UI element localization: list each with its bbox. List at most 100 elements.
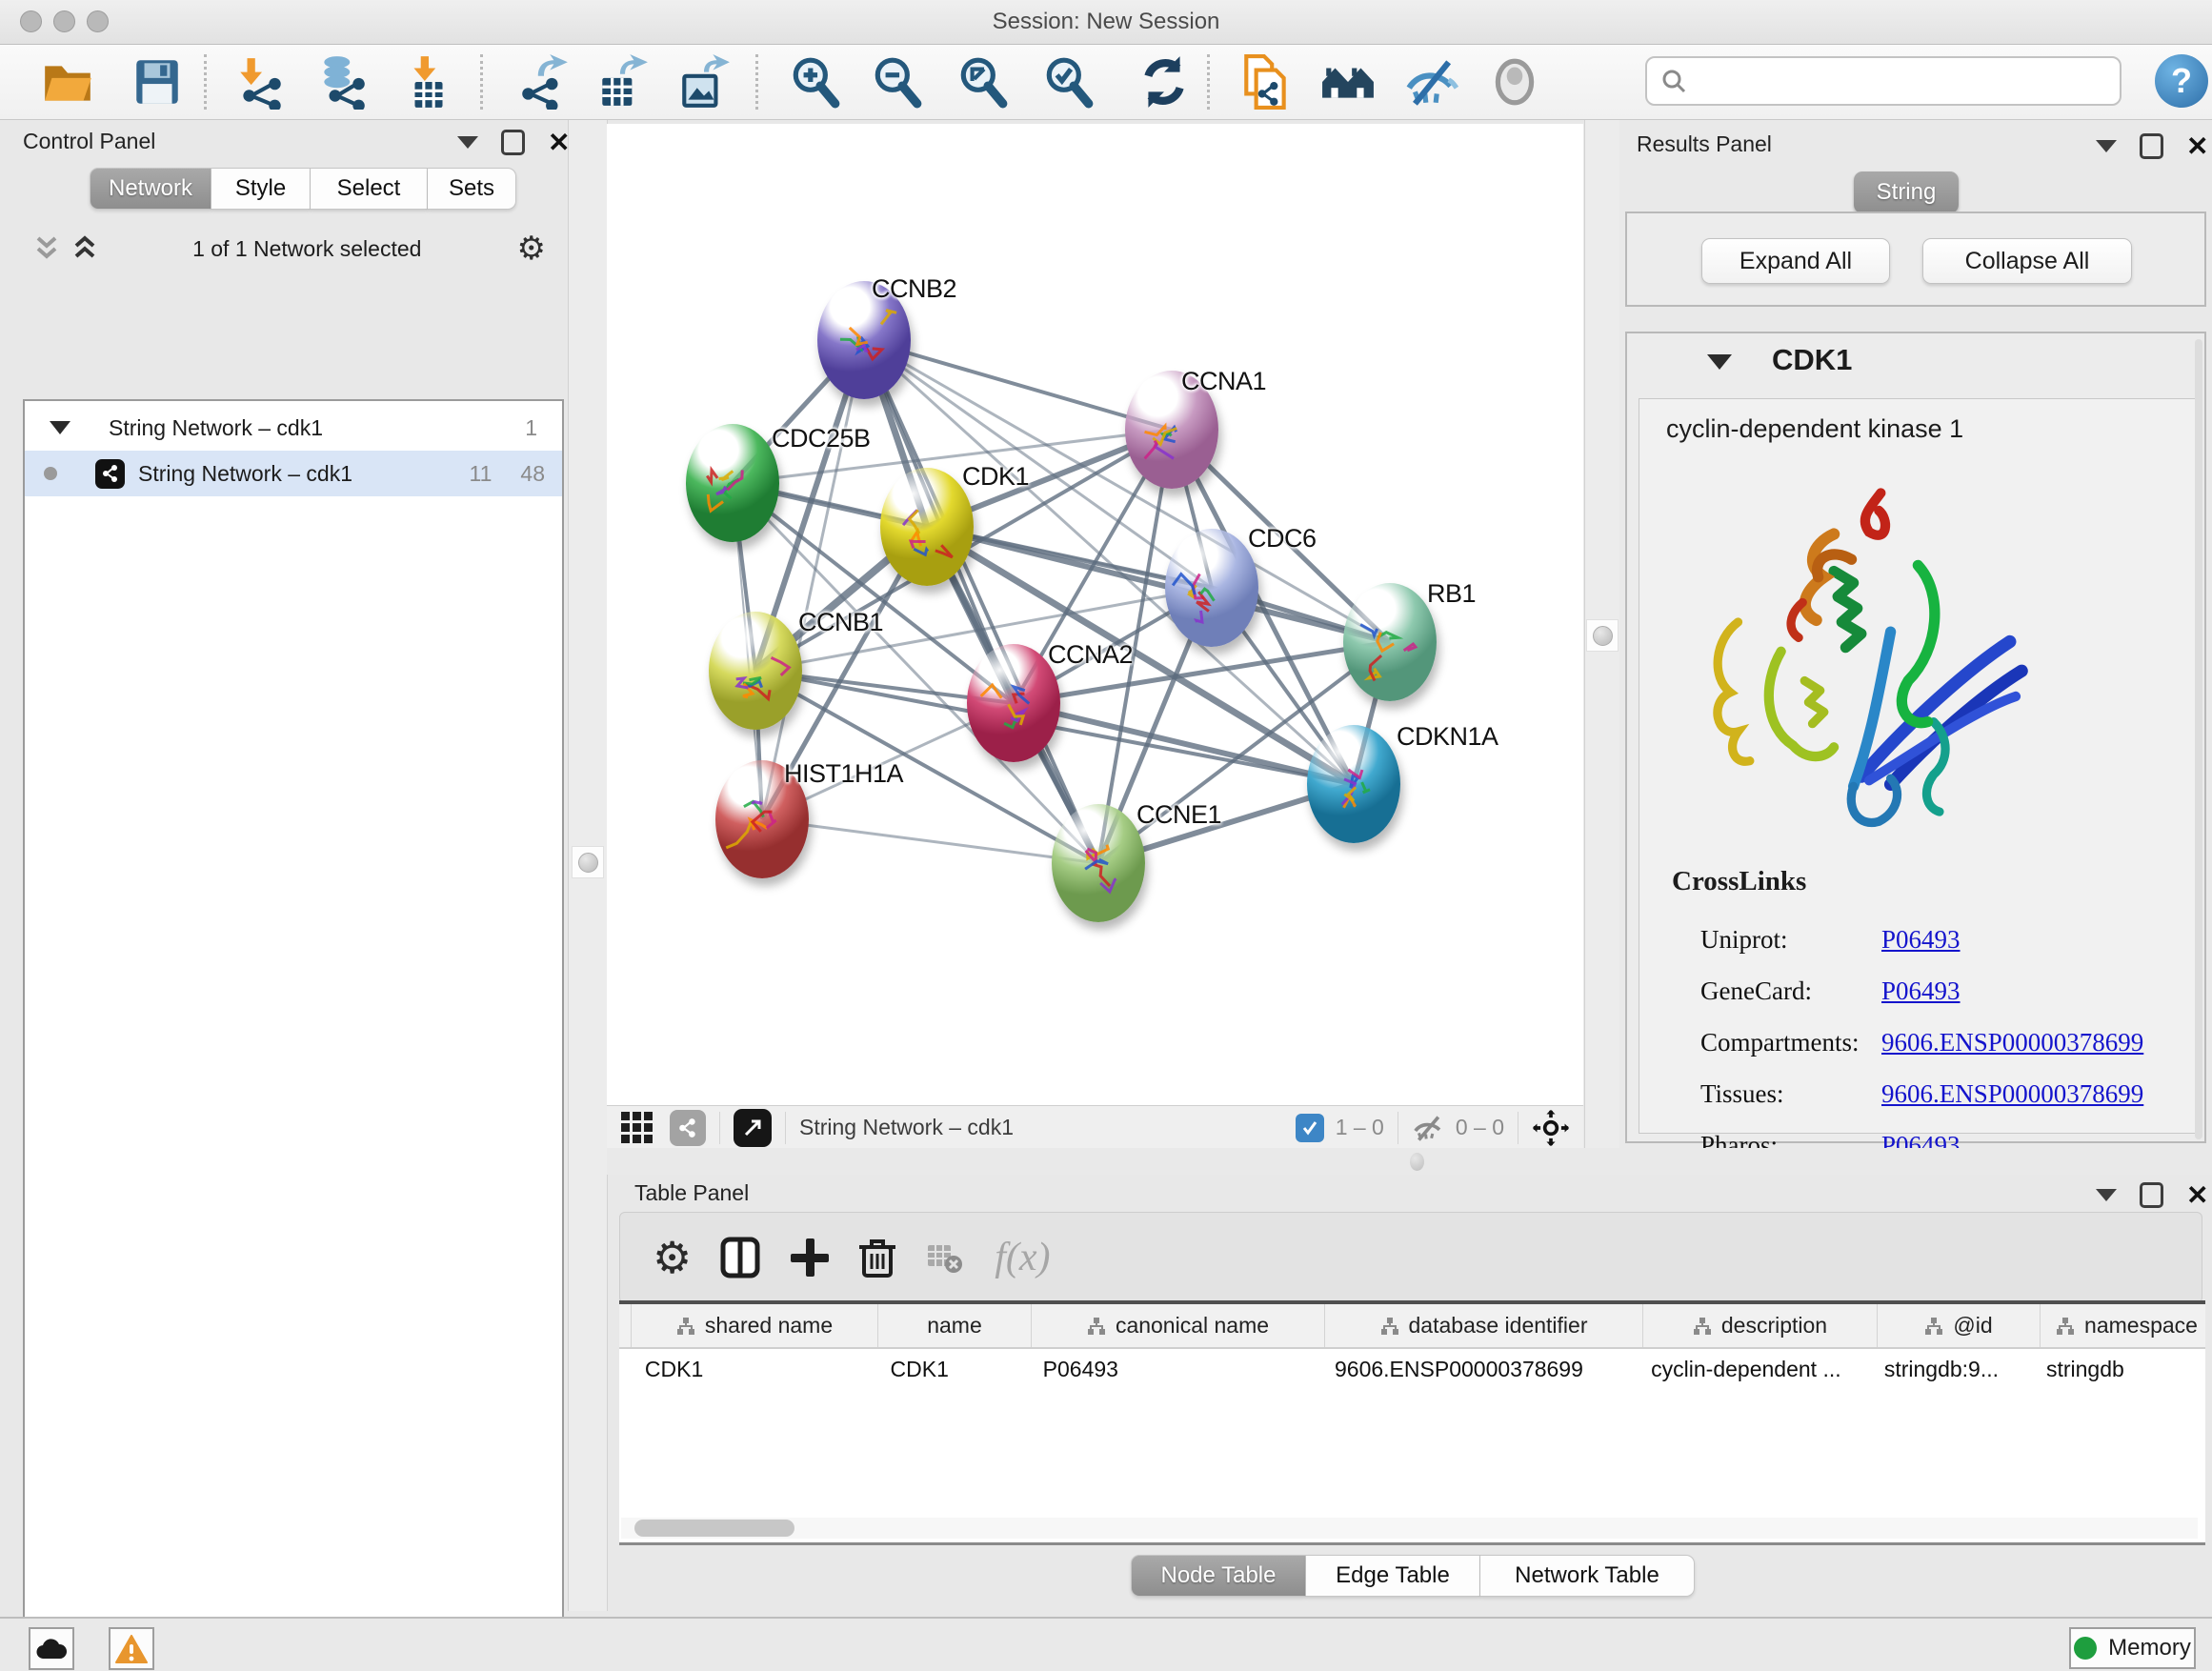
panel-close-icon[interactable]: ✕ xyxy=(548,133,570,152)
panel-menu-icon[interactable] xyxy=(2096,140,2117,152)
right-splitter-handle[interactable] xyxy=(1586,619,1619,652)
birdseye-view-icon[interactable] xyxy=(670,1110,706,1146)
search-icon xyxy=(1660,68,1687,94)
table-tabs: Node Table Edge Table Network Table xyxy=(1131,1555,1695,1597)
string-document-icon[interactable] xyxy=(1237,52,1295,111)
panel-float-icon[interactable] xyxy=(2140,1182,2163,1208)
zoom-fit-icon[interactable] xyxy=(955,52,1012,111)
tab-network[interactable]: Network xyxy=(90,168,211,210)
show-columns-icon[interactable] xyxy=(718,1236,762,1279)
cloud-icon xyxy=(35,1638,68,1661)
column-header-canonical-name[interactable]: canonical name xyxy=(1032,1304,1325,1347)
tab-sets[interactable]: Sets xyxy=(428,168,516,210)
save-session-icon[interactable] xyxy=(129,52,186,111)
expand-all-button[interactable]: Expand All xyxy=(1701,238,1890,284)
delete-column-trash-icon[interactable] xyxy=(857,1236,897,1279)
gene-section: CDK1 cyclin-dependent kinase 1 xyxy=(1625,332,2206,1143)
selected-checkbox-icon[interactable] xyxy=(1296,1114,1324,1142)
collection-label: String Network – cdk1 xyxy=(109,415,525,441)
zoom-out-icon[interactable] xyxy=(869,52,926,111)
cloud-status-button[interactable] xyxy=(29,1627,74,1670)
crosslink-value-link[interactable]: 9606.ENSP00000378699 xyxy=(1881,1028,2143,1057)
panel-close-icon[interactable]: ✕ xyxy=(2186,137,2208,156)
panel-menu-icon[interactable] xyxy=(2096,1189,2117,1201)
open-in-new-icon[interactable] xyxy=(734,1109,772,1147)
network-row[interactable]: String Network – cdk1 11 48 xyxy=(25,451,562,496)
results-panel-title: Results Panel xyxy=(1637,131,1772,157)
crosslink-value-link[interactable]: P06493 xyxy=(1881,976,1961,1006)
left-splitter[interactable] xyxy=(568,120,608,1611)
function-builder-fx[interactable]: f(x) xyxy=(995,1235,1050,1280)
collapse-all-button[interactable]: Collapse All xyxy=(1922,238,2132,284)
network-node[interactable] xyxy=(1165,529,1258,647)
panel-close-icon[interactable]: ✕ xyxy=(2186,1186,2208,1205)
hidden-counts: 0 – 0 xyxy=(1456,1115,1504,1140)
network-node[interactable] xyxy=(709,612,802,730)
network-canvas[interactable]: CCNB2CCNA1CDC25BCDK1CDC6RB1CCNB1CCNA2CDK… xyxy=(607,124,1583,1105)
tab-style[interactable]: Style xyxy=(211,168,311,210)
tab-string[interactable]: String xyxy=(1854,171,1959,213)
column-header-description[interactable]: description xyxy=(1643,1304,1878,1347)
table-row[interactable]: CDK1CDK1P064939606.ENSP00000378699cyclin… xyxy=(619,1349,2205,1389)
selected-counts: 1 – 0 xyxy=(1336,1115,1384,1140)
section-expander-icon[interactable] xyxy=(1707,354,1732,370)
table-hscrollbar[interactable] xyxy=(621,1518,2198,1539)
create-column-plus-icon[interactable] xyxy=(789,1237,831,1278)
home-pair-icon[interactable] xyxy=(1319,52,1377,111)
tab-edge-table[interactable]: Edge Table xyxy=(1306,1555,1480,1597)
table-hscrollbar-thumb[interactable] xyxy=(634,1520,794,1537)
network-node[interactable] xyxy=(1343,583,1437,701)
zoom-in-icon[interactable] xyxy=(787,52,844,111)
crosslink-value-link[interactable]: P06493 xyxy=(1881,925,1961,955)
tab-node-table[interactable]: Node Table xyxy=(1131,1555,1306,1597)
open-session-icon[interactable] xyxy=(39,52,96,111)
memory-button[interactable]: Memory xyxy=(2069,1627,2196,1669)
expand-all-chevrons-icon[interactable] xyxy=(72,234,97,263)
column-header-name[interactable]: name xyxy=(878,1304,1032,1347)
network-node[interactable] xyxy=(686,424,779,542)
refresh-icon[interactable] xyxy=(1136,52,1193,111)
panel-float-icon[interactable] xyxy=(501,130,525,155)
network-node[interactable] xyxy=(1052,804,1145,922)
import-network-database-icon[interactable] xyxy=(314,52,372,111)
search-input[interactable] xyxy=(1697,67,2120,95)
horizontal-splitter[interactable] xyxy=(607,1148,2212,1175)
export-table-icon[interactable] xyxy=(593,52,651,111)
show-eye-icon[interactable] xyxy=(1486,52,1543,111)
column-header-namespace[interactable]: namespace xyxy=(2041,1304,2205,1347)
results-scrollbar[interactable] xyxy=(2195,339,2202,1139)
help-icon[interactable]: ? xyxy=(2155,54,2208,108)
column-header-shared-name[interactable]: shared name xyxy=(632,1304,878,1347)
import-network-file-icon[interactable] xyxy=(232,52,290,111)
panel-menu-icon[interactable] xyxy=(457,136,478,149)
crosslink-value-link[interactable]: 9606.ENSP00000378699 xyxy=(1881,1079,2143,1109)
table-settings-gear-icon[interactable]: ⚙ xyxy=(653,1232,692,1283)
network-node[interactable] xyxy=(880,468,974,586)
left-splitter-handle[interactable] xyxy=(572,846,604,878)
horizontal-splitter-handle[interactable] xyxy=(1410,1153,1424,1171)
export-image-icon[interactable] xyxy=(675,52,733,111)
right-splitter[interactable] xyxy=(1584,120,1620,1148)
warnings-button[interactable] xyxy=(109,1627,154,1670)
zoom-selected-icon[interactable] xyxy=(1040,52,1097,111)
network-node[interactable] xyxy=(967,644,1060,762)
column-header-database-identifier[interactable]: database identifier xyxy=(1325,1304,1643,1347)
import-table-icon[interactable] xyxy=(400,52,457,111)
network-node[interactable] xyxy=(1307,725,1400,843)
grid-view-icon[interactable] xyxy=(620,1111,654,1145)
network-selector-bar: 1 of 1 Network selected ⚙ xyxy=(0,224,567,273)
panel-float-icon[interactable] xyxy=(2140,133,2163,159)
tab-select[interactable]: Select xyxy=(311,168,428,210)
column-header--id[interactable]: @id xyxy=(1878,1304,2041,1347)
collapse-all-chevrons-icon[interactable] xyxy=(34,234,59,263)
export-network-icon[interactable] xyxy=(515,52,573,111)
delete-table-icon[interactable] xyxy=(926,1241,962,1274)
fit-selected-move-icon[interactable] xyxy=(1532,1109,1570,1147)
hidden-eye-slash-icon[interactable] xyxy=(1412,1114,1444,1142)
tab-network-table[interactable]: Network Table xyxy=(1480,1555,1695,1597)
hide-panel-eye-slash-icon[interactable] xyxy=(1402,52,1459,111)
collection-expander-icon[interactable] xyxy=(50,421,70,434)
search-field[interactable] xyxy=(1645,56,2122,106)
network-options-gear-icon[interactable]: ⚙ xyxy=(517,230,546,268)
network-collection-row[interactable]: String Network – cdk1 1 xyxy=(25,405,562,451)
